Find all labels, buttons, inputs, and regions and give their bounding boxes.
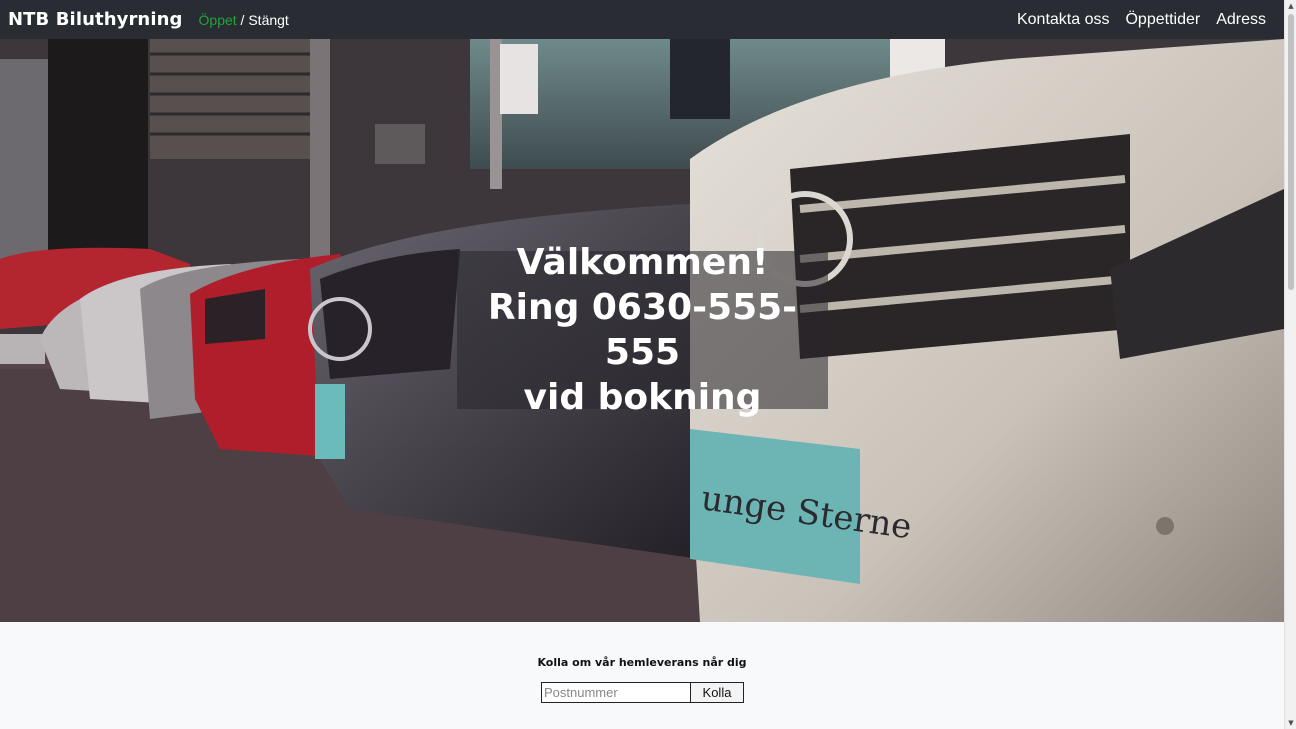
opening-status: Öppet / Stängt [199, 12, 289, 28]
vertical-scrollbar[interactable]: ▲ ▼ [1284, 0, 1296, 729]
hero-welcome-heading: Välkommen! [516, 242, 769, 283]
postcode-input[interactable] [541, 682, 691, 703]
scrollbar-thumb[interactable] [1288, 14, 1294, 290]
nav-link-contact[interactable]: Kontakta oss [1017, 11, 1110, 29]
nav-link-opening-hours[interactable]: Öppettider [1125, 11, 1200, 29]
hero-booking-text: vid bokning [523, 377, 762, 418]
delivery-check-section: Kolla om vår hemleverans når dig Kolla [0, 622, 1284, 729]
status-closed: Stängt [248, 11, 289, 28]
check-button[interactable]: Kolla [691, 682, 744, 703]
page: NTB Biluthyrning Öppet / Stängt Kontakta… [0, 0, 1296, 729]
scroll-down-arrow-icon[interactable]: ▼ [1285, 717, 1296, 729]
main-content: NTB Biluthyrning Öppet / Stängt Kontakta… [0, 0, 1284, 729]
status-separator: / [236, 11, 249, 28]
delivery-title: Kolla om vår hemleverans når dig [537, 656, 747, 669]
scroll-up-arrow-icon[interactable]: ▲ [1285, 0, 1296, 12]
hero-phone-text: Ring 0630-555-555 [487, 287, 798, 373]
hero-welcome-box: Välkommen! Ring 0630-555-555 vid bokning [457, 242, 828, 418]
status-open: Öppet [198, 11, 237, 28]
nav-link-address[interactable]: Adress [1216, 11, 1266, 29]
nav-links: Kontakta oss Öppettider Adress [1017, 11, 1266, 29]
hero-section: unge Sterne Välkommen! Ring 0630-555-555… [0, 39, 1284, 622]
navbar: NTB Biluthyrning Öppet / Stängt Kontakta… [0, 0, 1284, 39]
postcode-form: Kolla [541, 682, 744, 703]
brand-title[interactable]: NTB Biluthyrning [8, 9, 183, 30]
